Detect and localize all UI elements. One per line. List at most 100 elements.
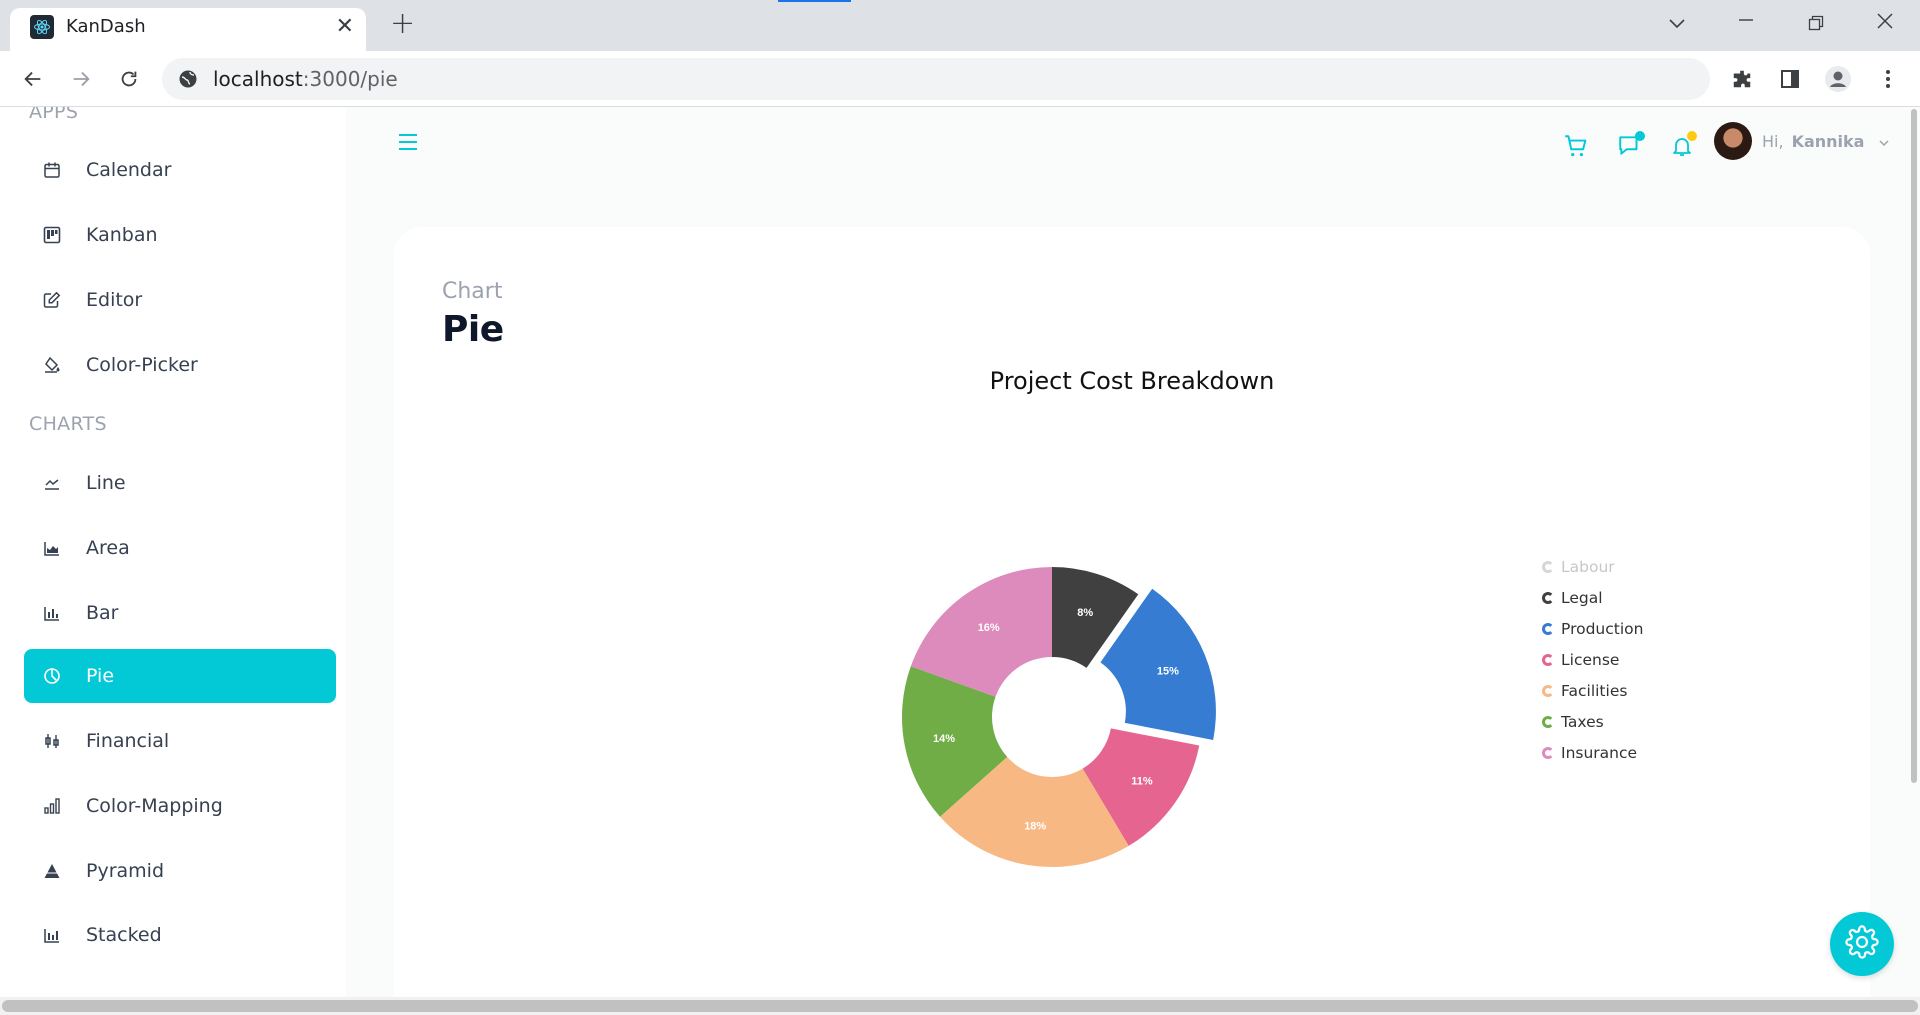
chat-unread-dot bbox=[1635, 131, 1645, 141]
legend-label: Labour bbox=[1561, 557, 1615, 576]
legend-item-facilities[interactable]: Facilities bbox=[1542, 675, 1643, 706]
sidebar-item-label: Color-Mapping bbox=[86, 795, 223, 817]
sidebar-item-label: Editor bbox=[86, 289, 143, 311]
legend-marker-icon bbox=[1542, 622, 1554, 635]
legend-item-insurance[interactable]: Insurance bbox=[1542, 737, 1643, 768]
page-title: Pie bbox=[442, 309, 504, 350]
sidebar-item-label: Financial bbox=[86, 730, 170, 752]
new-tab-icon[interactable]: + bbox=[390, 9, 415, 39]
react-logo-icon bbox=[30, 15, 54, 39]
extensions-icon[interactable] bbox=[1728, 65, 1756, 93]
tab-title: KanDash bbox=[66, 16, 146, 37]
profile-icon[interactable] bbox=[1824, 65, 1852, 93]
browser-toolbar: localhost:3000/pie bbox=[0, 51, 1920, 107]
browser-tab[interactable]: KanDash ✕ bbox=[10, 8, 366, 51]
pie-slice-label: 15% bbox=[1157, 665, 1179, 677]
sidebar-item-kanban[interactable]: Kanban bbox=[24, 208, 336, 262]
kanban-icon bbox=[41, 224, 63, 246]
user-profile-menu[interactable]: Hi, Kannika bbox=[1714, 121, 1890, 161]
sidebar-section-charts: CHARTS bbox=[29, 413, 107, 435]
pyramid-icon bbox=[41, 860, 63, 882]
sidebar-item-line[interactable]: Line bbox=[24, 456, 336, 510]
pie-slice-label: 8% bbox=[1077, 607, 1093, 619]
chart-title: Project Cost Breakdown bbox=[989, 367, 1275, 395]
pie-slice-label: 14% bbox=[933, 733, 955, 745]
sidebar-item-financial[interactable]: Financial bbox=[24, 714, 336, 768]
legend-label: Facilities bbox=[1561, 681, 1628, 700]
pie-slice-label: 18% bbox=[1024, 821, 1046, 833]
settings-button[interactable] bbox=[1830, 912, 1894, 976]
sidebar-item-calendar[interactable]: Calendar bbox=[24, 143, 336, 197]
sidebar-section-apps: APPS bbox=[29, 107, 79, 123]
sidebar-item-color-picker[interactable]: Color-Picker bbox=[24, 338, 336, 392]
sidebar-item-editor[interactable]: Editor bbox=[24, 273, 336, 327]
chart-legend: Labour Legal Production License Facilities Ta… bbox=[1542, 551, 1643, 768]
vertical-scrollbar[interactable] bbox=[1908, 107, 1920, 997]
avatar bbox=[1714, 122, 1752, 160]
pie-chart-icon bbox=[41, 665, 63, 687]
legend-label: Production bbox=[1561, 619, 1644, 638]
browser-tab-strip: KanDash ✕ + bbox=[0, 0, 1920, 51]
legend-item-taxes[interactable]: Taxes bbox=[1542, 706, 1643, 737]
sidebar-item-label: Color-Picker bbox=[86, 354, 198, 376]
chat-icon[interactable] bbox=[1614, 130, 1646, 162]
sidebar-item-color-mapping[interactable]: Color-Mapping bbox=[24, 779, 336, 833]
horizontal-scrollbar[interactable] bbox=[0, 997, 1920, 1015]
gear-icon bbox=[1845, 925, 1879, 963]
back-arrow-icon[interactable] bbox=[18, 64, 48, 94]
sidebar-item-label: Pyramid bbox=[86, 860, 165, 882]
legend-marker-icon bbox=[1542, 560, 1554, 573]
edit-icon bbox=[41, 289, 63, 311]
sidebar-item-stacked[interactable]: Stacked bbox=[24, 908, 336, 962]
sidebar-item-label: Kanban bbox=[86, 224, 158, 246]
browser-menu-icon[interactable] bbox=[1874, 65, 1902, 93]
color-mapping-icon bbox=[41, 795, 63, 817]
side-panel-icon[interactable] bbox=[1776, 65, 1804, 93]
url-text: localhost:3000/pie bbox=[213, 67, 398, 91]
area-chart-icon bbox=[41, 537, 63, 559]
sidebar-item-label: Pie bbox=[86, 665, 115, 687]
sidebar-item-label: Calendar bbox=[86, 159, 172, 181]
stacked-chart-icon bbox=[41, 924, 63, 946]
sidebar-item-label: Area bbox=[86, 537, 130, 559]
address-bar[interactable]: localhost:3000/pie bbox=[162, 58, 1710, 100]
restore-icon[interactable] bbox=[1808, 12, 1824, 36]
menu-toggle-icon[interactable] bbox=[398, 133, 418, 155]
line-chart-icon bbox=[41, 472, 63, 494]
legend-label: License bbox=[1561, 650, 1620, 669]
cart-icon[interactable] bbox=[1560, 130, 1592, 162]
greeting-text: Hi, bbox=[1762, 131, 1784, 151]
tab-search-chevron-icon[interactable] bbox=[1668, 10, 1686, 34]
chart-card: Chart Pie Project Cost Breakdown 8% 15% 11… bbox=[394, 227, 1870, 1015]
bar-chart-icon bbox=[41, 602, 63, 624]
forward-arrow-icon[interactable] bbox=[66, 64, 96, 94]
sidebar-item-area[interactable]: Area bbox=[24, 521, 336, 575]
chevron-down-icon bbox=[1878, 132, 1890, 151]
close-tab-icon[interactable]: ✕ bbox=[336, 14, 354, 40]
pie-slice-label: 16% bbox=[978, 622, 1000, 634]
sidebar-item-pyramid[interactable]: Pyramid bbox=[24, 844, 336, 898]
legend-marker-icon bbox=[1542, 715, 1554, 728]
sidebar-item-bar[interactable]: Bar bbox=[24, 586, 336, 640]
sidebar-item-label: Stacked bbox=[86, 924, 162, 946]
sidebar-item-pie[interactable]: Pie bbox=[24, 649, 336, 703]
legend-item-license[interactable]: License bbox=[1542, 644, 1643, 675]
minimize-icon[interactable] bbox=[1738, 8, 1754, 33]
financial-icon bbox=[41, 730, 63, 752]
site-info-icon[interactable] bbox=[178, 69, 198, 93]
main-content: Hi, Kannika Chart Pie Project Cost Break… bbox=[346, 107, 1920, 1015]
notification-bell-icon[interactable] bbox=[1666, 130, 1698, 162]
sidebar: APPS Calendar Kanban Editor Color-Picker… bbox=[0, 107, 346, 997]
legend-label: Legal bbox=[1561, 588, 1603, 607]
notification-dot bbox=[1687, 131, 1697, 141]
sidebar-item-label: Line bbox=[86, 472, 126, 494]
reload-icon[interactable] bbox=[114, 64, 144, 94]
legend-item-legal[interactable]: Legal bbox=[1542, 582, 1643, 613]
legend-item-production[interactable]: Production bbox=[1542, 613, 1643, 644]
pie-chart[interactable]: 8% 15% 11% 18% 14% 16% bbox=[852, 517, 1312, 957]
pie-slice-label: 11% bbox=[1131, 775, 1153, 787]
legend-label: Insurance bbox=[1561, 743, 1638, 762]
legend-item-labour[interactable]: Labour bbox=[1542, 551, 1643, 582]
close-window-icon[interactable] bbox=[1876, 11, 1894, 35]
legend-label: Taxes bbox=[1561, 712, 1604, 731]
